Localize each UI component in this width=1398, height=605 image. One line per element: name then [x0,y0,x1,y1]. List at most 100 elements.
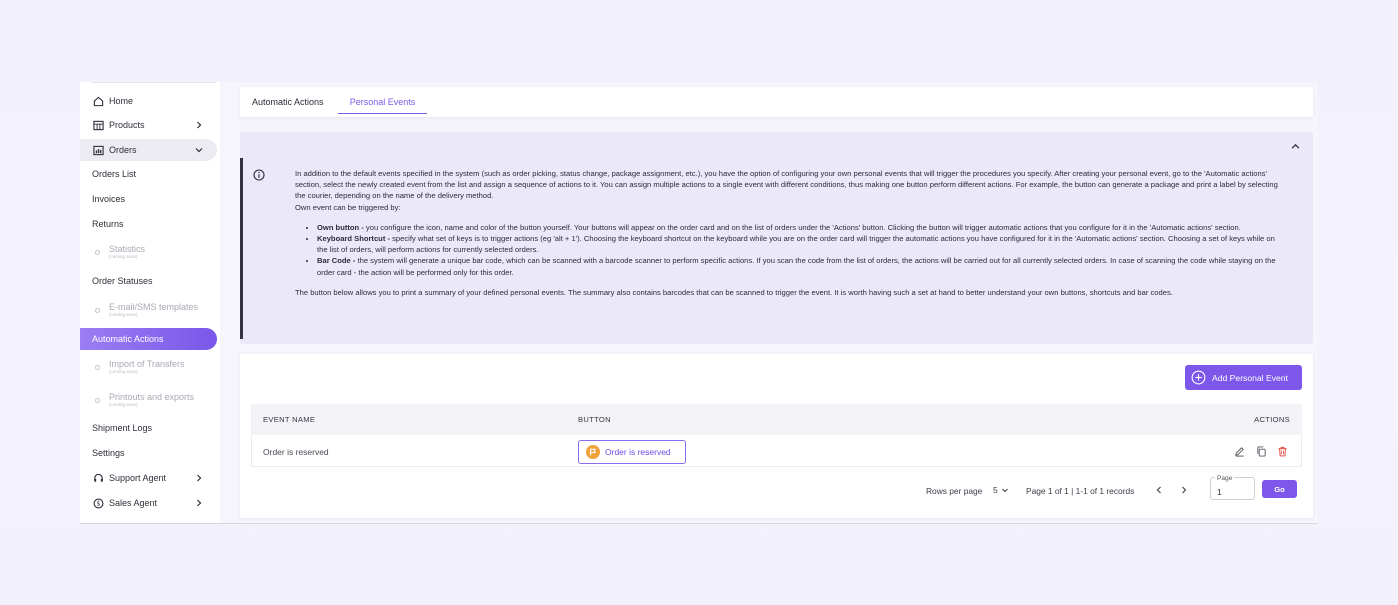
sidebar-item-orders-list[interactable]: Orders List [80,163,217,185]
events-card: Add Personal Event EVENT NAME BUTTON ACT… [240,354,1313,518]
sidebar-item-settings[interactable]: Settings [80,442,217,464]
sidebar-item-returns[interactable]: Returns [80,213,217,235]
page-number-field[interactable]: Page [1210,475,1255,500]
tabs-bar: Automatic Actions Personal Events [240,87,1313,117]
list-item: Own button - you configure the icon, nam… [317,222,1280,233]
sidebar-item-orders[interactable]: Orders [80,139,217,161]
support-agent-icon [92,472,104,484]
chevron-right-icon[interactable] [1178,484,1190,496]
sidebar-item-label: Sales Agent [109,498,158,508]
chevron-left-icon[interactable] [1153,484,1165,496]
add-personal-event-button[interactable]: Add Personal Event [1185,365,1302,390]
sidebar-item-label: Orders [109,145,137,155]
chevron-down-icon [1001,488,1008,493]
sidebar-item-printouts: Printouts and exports (coming soon) [80,389,217,411]
app-frame: Home Products Orders Orders List Invoice… [80,82,1318,524]
list-item-title: Bar Code - [317,256,356,266]
edit-icon[interactable] [1233,445,1245,457]
pagination: Rows per page 5 Page 1 of 1 | 1-1 of 1 r… [240,475,1313,501]
list-item: Keyboard Shortcut - specify what set of … [317,233,1280,255]
column-header-actions: ACTIONS [1254,415,1290,424]
info-panel: In addition to the default events specif… [240,132,1313,344]
tab-automatic-actions[interactable]: Automatic Actions [252,87,324,117]
chevron-right-icon [193,472,205,484]
sidebar-item-order-statuses[interactable]: Order Statuses [80,270,217,292]
info-paragraph: The button below allows you to print a s… [295,287,1173,297]
coming-soon-label: (coming soon) [109,253,138,259]
info-accent-bar [240,158,243,339]
chevron-down-icon [193,144,205,156]
sidebar-item-label: Orders List [92,169,137,179]
sales-agent-icon: $ [92,497,104,509]
tab-personal-events[interactable]: Personal Events [338,87,427,117]
sidebar-item-label: Shipment Logs [92,423,153,433]
sidebar-item-label: Settings [92,448,125,458]
sidebar-item-label: Invoices [92,194,126,204]
sidebar: Home Products Orders Orders List Invoice… [80,82,220,523]
info-paragraph: In addition to the default events specif… [295,169,1278,201]
sidebar-item-shipment-logs[interactable]: Shipment Logs [80,417,217,439]
sidebar-item-label: Statistics [109,243,146,254]
event-name-cell: Order is reserved [263,447,329,457]
coming-soon-label: (coming soon) [109,368,138,374]
bullet-icon [95,364,100,370]
home-icon [92,95,104,107]
bullet-icon [95,249,100,255]
rows-per-page-value: 5 [993,485,998,495]
sidebar-item-statistics: Statistics (coming soon) [80,241,217,263]
trigger-list: Own button - you configure the icon, nam… [317,222,1280,278]
list-item-title: Keyboard Shortcut - [317,234,390,244]
rows-per-page-select[interactable]: 5 [993,485,1009,495]
column-header-event-name: EVENT NAME [263,415,316,424]
chevron-up-icon[interactable] [1289,140,1301,152]
info-text: In addition to the default events specif… [295,168,1280,298]
sidebar-item-label: Import of Transfers [109,358,185,369]
list-item-text: specify what set of keys is to trigger a… [317,234,1275,255]
trash-icon[interactable] [1276,445,1288,457]
sidebar-item-email-sms: E-mail/SMS templates (coming soon) [80,299,217,321]
sidebar-item-sales-agent[interactable]: $ Sales Agent [80,492,217,514]
table-row: Order is reserved Order is reserved [251,435,1302,467]
sidebar-item-label: E-mail/SMS templates [109,301,199,312]
table-header: EVENT NAME BUTTON ACTIONS [251,404,1302,435]
sidebar-item-label: Returns [92,219,124,229]
sidebar-item-home[interactable]: Home [80,90,217,112]
list-item-text: the system will generate a unique bar co… [317,256,1276,277]
sidebar-item-label: Printouts and exports [109,391,195,402]
sidebar-item-label: Home [109,96,134,106]
event-button-label: Order is reserved [605,447,671,457]
plus-circle-icon [1191,370,1206,385]
page-info: Page 1 of 1 | 1-1 of 1 records [1026,486,1135,496]
orders-icon [92,144,104,156]
rows-per-page-label: Rows per page [926,486,983,496]
bullet-icon [95,397,100,403]
copy-icon[interactable] [1255,445,1267,457]
sidebar-item-products[interactable]: Products [80,114,217,136]
info-icon [253,168,265,181]
sidebar-item-label: Order Statuses [92,276,153,286]
go-button[interactable]: Go [1262,480,1297,498]
sidebar-item-import-transfers: Import of Transfers (coming soon) [80,356,217,378]
list-item-title: Own button - [317,222,364,232]
sidebar-item-automatic-actions[interactable]: Automatic Actions [80,328,217,350]
sidebar-item-label: Products [109,120,145,130]
info-paragraph: Own event can be triggered by: [295,202,401,212]
page-field-label: Page [1215,475,1235,482]
column-header-button: BUTTON [578,415,611,424]
coming-soon-label: (coming soon) [109,311,138,317]
svg-text:$: $ [96,500,100,507]
event-button-preview[interactable]: Order is reserved [578,440,686,464]
chevron-right-icon [193,119,205,131]
sidebar-item-support-agent[interactable]: Support Agent [80,467,217,489]
add-button-label: Add Personal Event [1212,372,1288,383]
sidebar-divider [92,82,216,83]
flag-icon [586,445,600,459]
coming-soon-label: (coming soon) [109,401,138,407]
list-item-text: you configure the icon, name and color o… [363,222,1241,232]
chevron-right-icon [193,497,205,509]
sidebar-item-label: Support Agent [109,473,167,483]
sidebar-item-invoices[interactable]: Invoices [80,188,217,210]
list-item: Bar Code - the system will generate a un… [317,255,1280,277]
page-number-input[interactable] [1217,486,1251,497]
products-icon [92,119,104,131]
